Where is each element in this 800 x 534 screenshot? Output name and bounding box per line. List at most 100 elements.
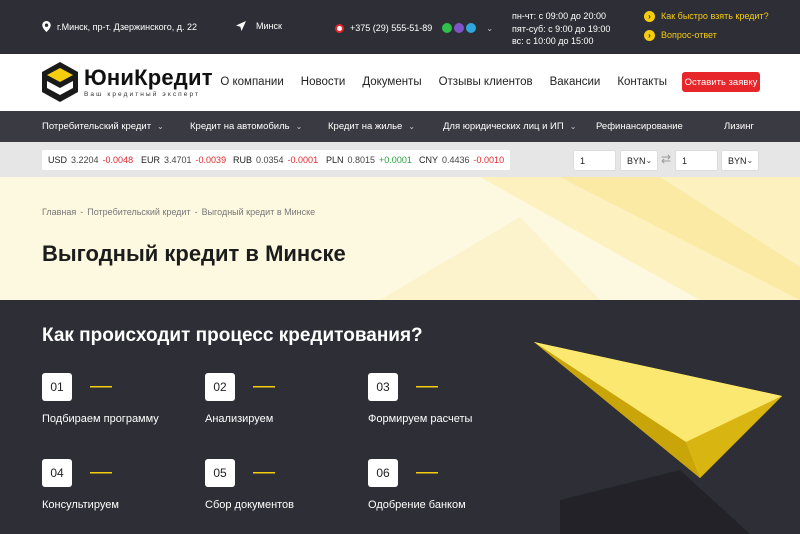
rate-value: 0.4436 bbox=[442, 155, 470, 165]
nav-contacts[interactable]: Контакты bbox=[617, 76, 667, 88]
step-number: 01 bbox=[42, 373, 72, 401]
converter-currency-to[interactable]: BYN ⌄ bbox=[721, 150, 759, 171]
category-label: Лизинг bbox=[724, 121, 754, 132]
rate-cny: CNY 0.4436 -0.0010 bbox=[413, 150, 511, 170]
logo[interactable]: ЮниКредит Ваш кредитный эксперт bbox=[42, 62, 213, 102]
rate-value: 0.0354 bbox=[256, 155, 284, 165]
messengers bbox=[442, 23, 477, 33]
paper-plane-illustration bbox=[534, 342, 782, 534]
rate-usd: USD 3.2204 -0.0048 bbox=[42, 150, 140, 170]
viber-icon[interactable] bbox=[454, 23, 465, 33]
logo-tagline: Ваш кредитный эксперт bbox=[84, 91, 201, 98]
chevron-down-icon: ⌄ bbox=[746, 156, 754, 165]
faq-link-label[interactable]: Вопрос-ответ bbox=[661, 30, 717, 40]
submit-application-button[interactable]: Оставить заявку bbox=[682, 72, 760, 92]
step-number: 04 bbox=[42, 459, 72, 487]
amount-to-value[interactable]: 1 bbox=[682, 156, 687, 166]
currency-bar: USD 3.2204 -0.0048 EUR 3.4701 -0.0039 RU… bbox=[0, 142, 800, 177]
arrow-right-icon bbox=[253, 472, 275, 474]
process-section: Как происходит процесс кредитования? 01 … bbox=[0, 300, 800, 534]
top-links: › Как быстро взять кредит? › Вопрос-отве… bbox=[644, 9, 769, 47]
step-label: Формируем расчеты bbox=[368, 413, 473, 425]
arrow-right-icon bbox=[416, 386, 438, 388]
category-business[interactable]: Для юридических лиц и ИП ⌄ bbox=[443, 121, 576, 132]
category-label: Потребительский кредит bbox=[42, 121, 152, 132]
address-text: г.Минск, пр-т. Дзержинского, д. 22 bbox=[57, 21, 197, 32]
chevron-down-icon: ⌄ bbox=[408, 122, 416, 131]
rate-value: 3.2204 bbox=[71, 155, 99, 165]
step-label: Сбор документов bbox=[205, 499, 295, 511]
hours-line: пят-суб: с 9:00 до 19:00 bbox=[512, 23, 611, 34]
category-menu: Потребительский кредит ⌄ Кредит на автом… bbox=[0, 111, 800, 142]
phone-block[interactable]: +375 (29) 555-51-89 ⌄ bbox=[335, 23, 493, 33]
hero-background-decoration bbox=[380, 177, 800, 300]
process-step: 04 Консультируем bbox=[42, 459, 202, 511]
logo-title: ЮниКредит bbox=[84, 65, 213, 90]
top-bar: г.Минск, пр-т. Дзержинского, д. 22 Минск… bbox=[0, 0, 800, 54]
breadcrumb-separator: - bbox=[80, 207, 84, 217]
hours-line: пн-чт: с 09:00 до 20:00 bbox=[512, 11, 606, 21]
working-hours: пн-чт: с 09:00 до 20:00 пят-суб: с 9:00 … bbox=[512, 10, 610, 48]
step-number: 05 bbox=[205, 459, 235, 487]
swap-currency-icon[interactable]: ⇄ bbox=[661, 152, 671, 166]
chevron-down-icon[interactable]: ⌄ bbox=[486, 24, 493, 33]
step-number: 03 bbox=[368, 373, 398, 401]
phone-text[interactable]: +375 (29) 555-51-89 bbox=[350, 23, 432, 33]
breadcrumb-home[interactable]: Главная bbox=[42, 207, 76, 217]
nav-about[interactable]: О компании bbox=[220, 76, 283, 88]
arrow-right-icon bbox=[253, 386, 275, 388]
rate-value: 3.4701 bbox=[164, 155, 192, 165]
a1-operator-icon bbox=[335, 23, 344, 33]
category-label: Кредит на автомобиль bbox=[190, 121, 290, 132]
rate-change: -0.0039 bbox=[195, 155, 227, 165]
breadcrumb-consumer-credit[interactable]: Потребительский кредит bbox=[87, 207, 190, 217]
whatsapp-icon[interactable] bbox=[442, 23, 453, 33]
hero-section: Главная - Потребительский кредит - Выгод… bbox=[0, 177, 800, 300]
telegram-icon[interactable] bbox=[466, 23, 477, 33]
quick-credit-link-label[interactable]: Как быстро взять кредит? bbox=[661, 11, 769, 21]
quick-credit-link[interactable]: › Как быстро взять кредит? bbox=[644, 9, 769, 23]
process-step: 05 Сбор документов bbox=[205, 459, 365, 511]
category-consumer-credit[interactable]: Потребительский кредит ⌄ bbox=[42, 121, 164, 132]
currency-to-value: BYN bbox=[728, 155, 747, 166]
chevron-right-icon: › bbox=[644, 10, 655, 22]
converter-currency-from[interactable]: BYN ⌄ bbox=[620, 150, 658, 171]
logo-mark-icon bbox=[42, 62, 78, 102]
hours-line: вс: с 10:00 до 15:00 bbox=[512, 36, 594, 46]
breadcrumb-current: Выгодный кредит в Минске bbox=[201, 207, 316, 217]
city-selector[interactable]: Минск bbox=[236, 21, 282, 31]
city-text: Минск bbox=[256, 21, 282, 31]
main-nav: О компании Новости Документы Отзывы клие… bbox=[220, 76, 667, 88]
nav-news[interactable]: Новости bbox=[301, 76, 346, 88]
breadcrumb-separator: - bbox=[194, 207, 198, 217]
rate-change: +0.0001 bbox=[379, 155, 412, 165]
amount-from-value[interactable]: 1 bbox=[580, 156, 585, 166]
rate-code: EUR bbox=[141, 155, 161, 165]
chevron-down-icon: ⌄ bbox=[157, 122, 164, 131]
nav-vacancies[interactable]: Вакансии bbox=[550, 76, 601, 88]
rate-change: -0.0010 bbox=[473, 155, 505, 165]
category-leasing[interactable]: Лизинг bbox=[724, 121, 754, 132]
chevron-right-icon: › bbox=[644, 29, 655, 41]
step-label: Подбираем программу bbox=[42, 413, 159, 425]
process-title: Как происходит процесс кредитования? bbox=[42, 325, 423, 346]
process-step: 02 Анализируем bbox=[205, 373, 365, 425]
page-title: Выгодный кредит в Минске bbox=[42, 241, 346, 266]
category-refinancing[interactable]: Рефинансирование bbox=[596, 121, 683, 132]
category-label: Рефинансирование bbox=[596, 121, 683, 132]
converter-amount-from[interactable]: 1 bbox=[573, 150, 616, 171]
arrow-right-icon bbox=[90, 386, 112, 388]
main-header: ЮниКредит Ваш кредитный эксперт О компан… bbox=[0, 54, 800, 111]
category-car-credit[interactable]: Кредит на автомобиль ⌄ bbox=[190, 121, 302, 132]
faq-link[interactable]: › Вопрос-ответ bbox=[644, 28, 769, 42]
converter-amount-to[interactable]: 1 bbox=[675, 150, 718, 171]
nav-documents[interactable]: Документы bbox=[362, 76, 421, 88]
rate-code: USD bbox=[48, 155, 68, 165]
arrow-right-icon bbox=[90, 472, 112, 474]
currency-from-value: BYN bbox=[627, 155, 646, 166]
category-housing-credit[interactable]: Кредит на жилье ⌄ bbox=[328, 121, 415, 132]
step-label: Одобрение банком bbox=[368, 499, 466, 511]
nav-reviews[interactable]: Отзывы клиентов bbox=[439, 76, 533, 88]
step-label: Анализируем bbox=[205, 413, 274, 425]
rate-eur: EUR 3.4701 -0.0039 bbox=[135, 150, 233, 170]
